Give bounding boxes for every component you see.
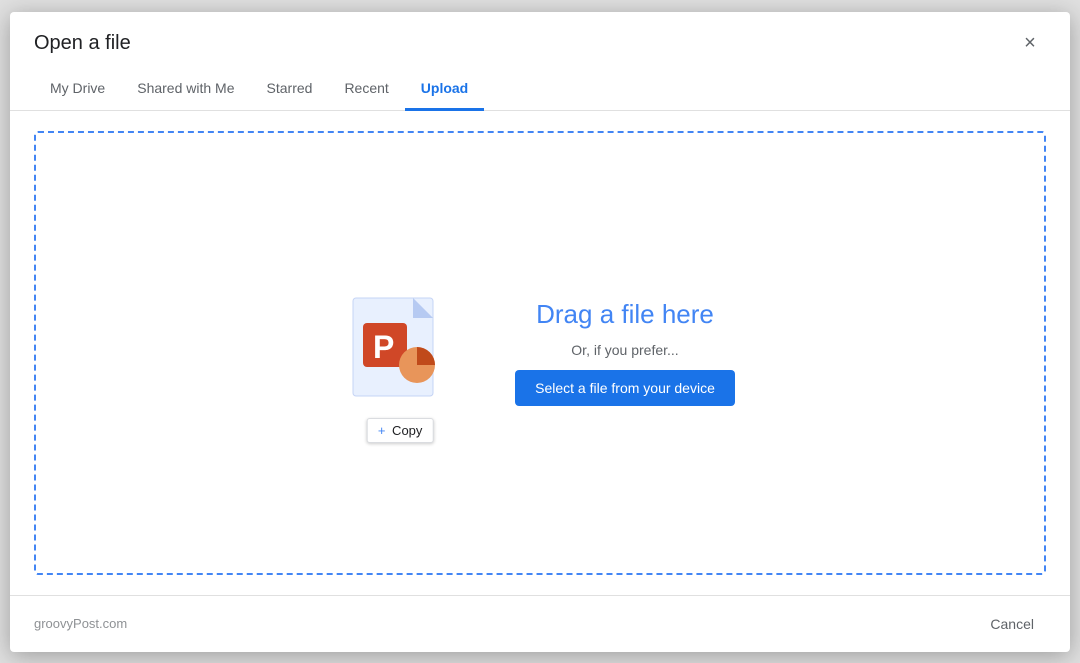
tabs-container: My Drive Shared with Me Starred Recent U… bbox=[10, 68, 1070, 111]
copy-tooltip: + Copy bbox=[367, 418, 434, 443]
open-file-dialog: Open a file × My Drive Shared with Me St… bbox=[10, 12, 1070, 652]
svg-text:P: P bbox=[373, 329, 394, 365]
drag-text: Drag a file here bbox=[536, 299, 714, 330]
watermark: groovyPost.com bbox=[34, 616, 127, 631]
copy-label: Copy bbox=[392, 423, 422, 438]
dialog-header: Open a file × bbox=[10, 12, 1070, 60]
cancel-button[interactable]: Cancel bbox=[978, 608, 1046, 640]
dialog-body: P + Copy Drag a file bbox=[10, 111, 1070, 595]
select-file-button[interactable]: Select a file from your device bbox=[515, 370, 735, 406]
tab-starred[interactable]: Starred bbox=[251, 68, 329, 111]
dialog-footer: groovyPost.com Cancel bbox=[10, 595, 1070, 652]
tab-upload[interactable]: Upload bbox=[405, 68, 484, 111]
drop-text-area: Drag a file here Or, if you prefer... Se… bbox=[515, 299, 735, 406]
drop-content: P + Copy Drag a file bbox=[345, 293, 735, 413]
drop-zone[interactable]: P + Copy Drag a file bbox=[34, 131, 1046, 575]
file-icon: P bbox=[345, 293, 455, 413]
tab-recent[interactable]: Recent bbox=[328, 68, 404, 111]
dialog-overlay: Open a file × My Drive Shared with Me St… bbox=[0, 0, 1080, 663]
tab-shared-with-me[interactable]: Shared with Me bbox=[121, 68, 250, 111]
prefer-text: Or, if you prefer... bbox=[571, 342, 678, 358]
file-icon-container: P + Copy bbox=[345, 293, 455, 413]
close-button[interactable]: × bbox=[1014, 28, 1046, 60]
dialog-title: Open a file bbox=[34, 32, 131, 55]
tab-my-drive[interactable]: My Drive bbox=[34, 68, 121, 111]
